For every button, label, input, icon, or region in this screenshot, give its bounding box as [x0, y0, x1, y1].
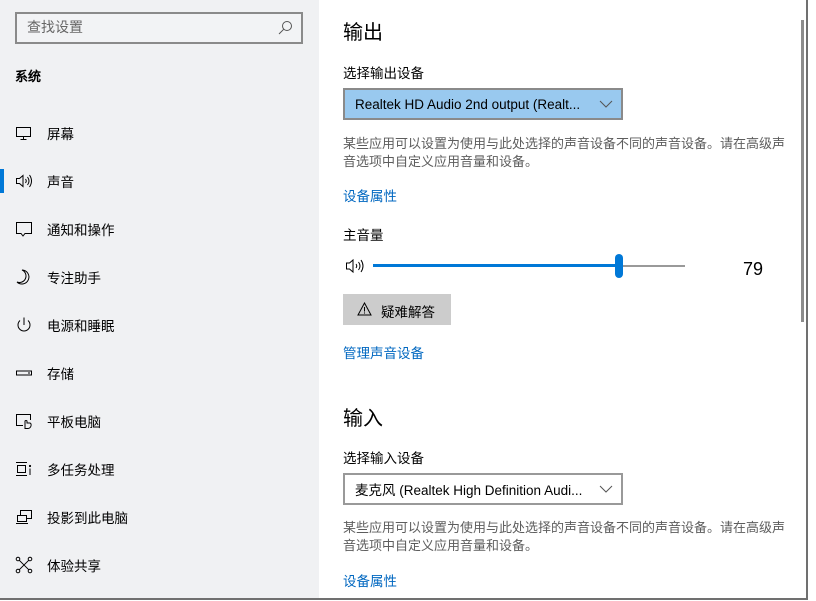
sidebar-item-project-to-pc[interactable]: 投影到此电脑 [0, 493, 319, 541]
search-input[interactable] [27, 18, 267, 38]
chevron-down-icon [599, 485, 613, 493]
sidebar-item-label: 多任务处理 [47, 463, 115, 479]
sidebar-item-label: 声音 [47, 175, 74, 191]
volume-value: 79 [743, 259, 764, 279]
search-icon[interactable] [277, 20, 293, 36]
sidebar-item-label: 专注助手 [47, 271, 101, 287]
speaker-icon [16, 174, 32, 188]
main-content: 输出 选择输出设备 Realtek HD Audio 2nd output (R… [319, 0, 806, 598]
master-volume-label: 主音量 [343, 228, 384, 244]
output-device-value: Realtek HD Audio 2nd output (Realt... [355, 96, 581, 112]
scrollbar[interactable] [801, 20, 804, 322]
input-device-properties-link[interactable]: 设备属性 [343, 570, 397, 590]
shared-experience-icon [15, 556, 33, 574]
sidebar-item-notifications[interactable]: 通知和操作 [0, 205, 319, 253]
input-heading: 输入 [343, 406, 383, 430]
speaker-icon[interactable] [345, 257, 369, 275]
section-label-system: 系统 [15, 70, 42, 85]
input-device-dropdown[interactable]: 麦克风 (Realtek High Definition Audi... [343, 473, 623, 505]
sidebar-item-label: 投影到此电脑 [47, 511, 128, 527]
storage-icon [16, 370, 32, 376]
sidebar-item-label: 体验共享 [47, 559, 101, 575]
project-icon [16, 510, 32, 524]
troubleshoot-label: 疑难解答 [381, 305, 435, 321]
sidebar-item-label: 平板电脑 [47, 415, 101, 431]
sidebar-item-power-sleep[interactable]: 电源和睡眠 [0, 301, 319, 349]
sidebar-item-multitasking[interactable]: 多任务处理 [0, 445, 319, 493]
multitasking-icon [16, 462, 32, 476]
input-device-value: 麦克风 (Realtek High Definition Audi... [355, 483, 583, 498]
output-heading: 输出 [343, 20, 383, 44]
input-select-label: 选择输入设备 [343, 451, 424, 467]
chevron-down-icon [599, 100, 613, 108]
sidebar-item-label: 电源和睡眠 [47, 319, 115, 335]
sidebar-item-label: 通知和操作 [47, 223, 115, 239]
warning-icon [357, 302, 372, 316]
master-volume-slider[interactable] [373, 254, 685, 278]
sidebar-item-tablet[interactable]: 平板电脑 [0, 397, 319, 445]
output-select-label: 选择输出设备 [343, 66, 424, 82]
display-icon [16, 127, 31, 140]
window-border-right [806, 0, 808, 600]
sidebar-item-label: 存储 [47, 367, 74, 383]
search-box[interactable] [15, 12, 303, 44]
troubleshoot-button[interactable]: 疑难解答 [343, 294, 451, 325]
manage-sound-devices-link[interactable]: 管理声音设备 [343, 342, 424, 362]
slider-thumb[interactable] [615, 254, 623, 278]
sidebar-item-shared-experiences[interactable]: 体验共享 [0, 541, 319, 589]
settings-window: 系统 屏幕 声音 通知和操作 专注助手 电源和睡眠 存储 平板 [0, 0, 816, 601]
input-description: 某些应用可以设置为使用与此处选择的声音设备不同的声音设备。请在高级声音选项中自定… [343, 521, 786, 554]
active-indicator [0, 169, 4, 193]
sidebar-item-sound[interactable]: 声音 [0, 157, 319, 205]
sidebar-item-label: 屏幕 [47, 127, 74, 143]
output-device-properties-link[interactable]: 设备属性 [343, 185, 397, 205]
output-device-dropdown[interactable]: Realtek HD Audio 2nd output (Realt... [343, 88, 623, 120]
power-icon [17, 317, 31, 332]
window-border-bottom [0, 598, 808, 600]
tablet-icon [16, 414, 32, 429]
moon-icon [16, 269, 30, 285]
output-description: 某些应用可以设置为使用与此处选择的声音设备不同的声音设备。请在高级声音选项中自定… [343, 137, 786, 170]
sidebar-item-storage[interactable]: 存储 [0, 349, 319, 397]
sidebar: 系统 屏幕 声音 通知和操作 专注助手 电源和睡眠 存储 平板 [0, 0, 319, 598]
sidebar-item-focus-assist[interactable]: 专注助手 [0, 253, 319, 301]
notification-icon [16, 222, 32, 237]
sidebar-item-display[interactable]: 屏幕 [0, 109, 319, 157]
slider-fill [373, 264, 619, 267]
